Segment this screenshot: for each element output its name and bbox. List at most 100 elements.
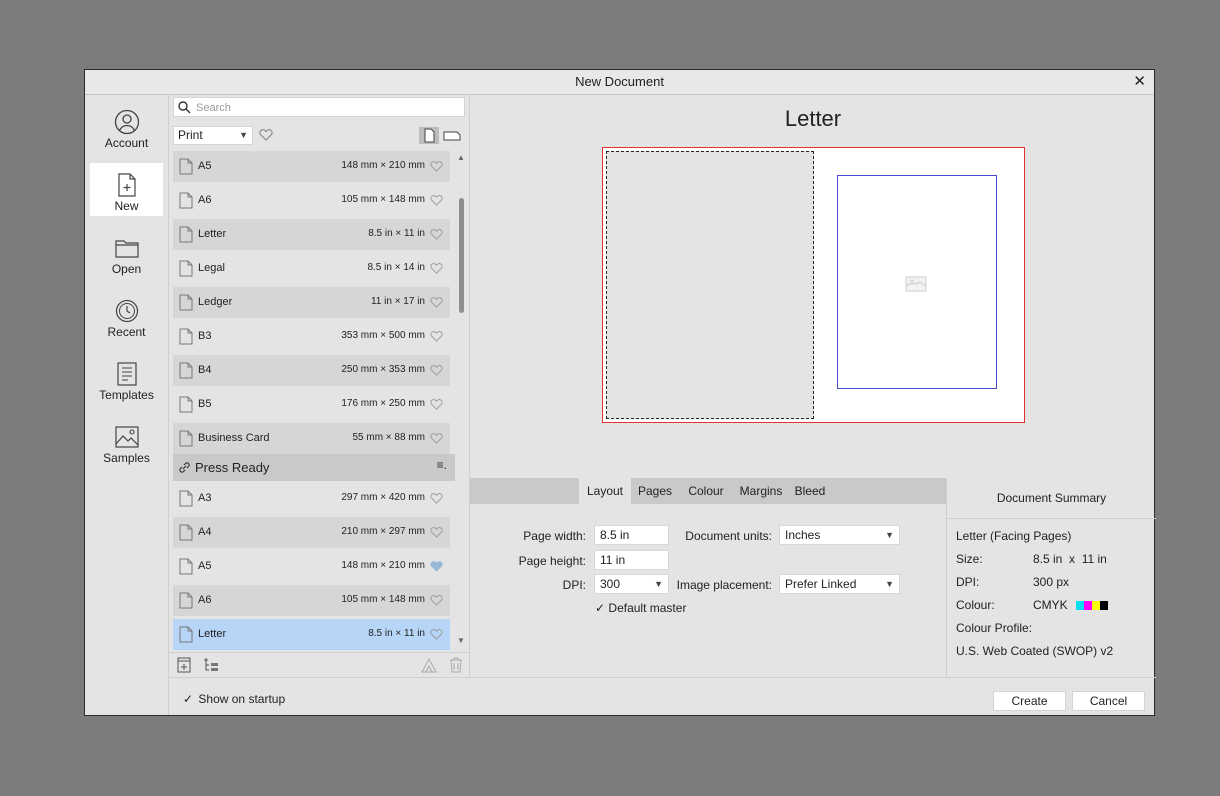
- summary-colour-label: Colour:: [956, 598, 995, 612]
- search-input[interactable]: [194, 99, 458, 117]
- create-button[interactable]: Create: [993, 691, 1066, 711]
- settings-tabs: Layout Pages Colour Margins Bleed: [470, 478, 946, 504]
- list-item[interactable]: B5 176 mm × 250 mm: [173, 389, 450, 420]
- portrait-orientation-button[interactable]: [419, 127, 439, 144]
- show-on-startup-checkbox[interactable]: ✓ Show on startup: [183, 692, 285, 706]
- sidebar-item-label: Templates: [99, 388, 154, 402]
- favourite-heart-icon[interactable]: [430, 262, 443, 274]
- preset-size: 11 in × 17 in: [370, 296, 425, 307]
- favourite-heart-icon[interactable]: [430, 526, 443, 538]
- sidebar-item-samples[interactable]: Samples: [90, 415, 163, 468]
- preset-size: 8.5 in × 11 in: [368, 628, 425, 639]
- affinity-preset-icon[interactable]: [421, 657, 437, 673]
- preset-name: A3: [198, 492, 212, 504]
- scroll-thumb[interactable]: [459, 198, 464, 313]
- section-header-press-ready[interactable]: Press Ready ≡.: [173, 454, 455, 481]
- list-item[interactable]: A6 105 mm × 148 mm: [173, 585, 450, 616]
- tab-layout[interactable]: Layout: [579, 478, 631, 504]
- new-document-dialog: New Document ✕ Account New Open Recent T…: [84, 69, 1156, 716]
- preset-name: A4: [198, 526, 212, 538]
- document-units-label: Document units:: [685, 529, 772, 543]
- favourite-heart-icon[interactable]: [430, 364, 443, 376]
- list-item[interactable]: A4 210 mm × 297 mm: [173, 517, 450, 548]
- list-item[interactable]: B3 353 mm × 500 mm: [173, 321, 450, 352]
- favourite-heart-icon[interactable]: [430, 594, 443, 606]
- search-box[interactable]: [173, 97, 465, 117]
- chevron-down-icon: ▼: [885, 579, 894, 589]
- tab-pages[interactable]: Pages: [634, 478, 676, 504]
- list-scrollbar[interactable]: ▲ ▼: [456, 153, 466, 645]
- recent-clock-icon: [115, 299, 138, 323]
- list-item[interactable]: Letter 8.5 in × 11 in: [173, 219, 450, 250]
- preset-name: B5: [198, 398, 212, 410]
- favourite-heart-icon[interactable]: [430, 330, 443, 342]
- list-item[interactable]: Ledger 11 in × 17 in: [173, 287, 450, 318]
- sidebar-item-label: Account: [104, 136, 149, 150]
- tab-margins[interactable]: Margins: [735, 478, 787, 504]
- favourite-heart-icon[interactable]: [430, 432, 443, 444]
- list-item[interactable]: A3 297 mm × 420 mm: [173, 483, 450, 514]
- scroll-up-arrow-icon[interactable]: ▲: [457, 153, 465, 162]
- favourites-filter-heart-icon[interactable]: [259, 128, 273, 141]
- checkmark-icon: ✓: [183, 692, 194, 706]
- sidebar-item-new[interactable]: New: [90, 163, 163, 216]
- cmyk-swatches: [1076, 598, 1109, 612]
- dpi-dropdown[interactable]: 300 ▼: [594, 574, 669, 594]
- favourite-heart-icon[interactable]: [430, 492, 443, 504]
- preset-name: Ledger: [198, 296, 233, 308]
- close-icon[interactable]: ✕: [1133, 70, 1146, 94]
- sidebar-item-open[interactable]: Open: [90, 226, 163, 279]
- sidebar-item-templates[interactable]: Templates: [90, 352, 163, 405]
- dialog-title: New Document: [575, 74, 664, 89]
- preset-size: 148 mm × 210 mm: [341, 160, 425, 171]
- page-width-label: Page width:: [523, 529, 586, 543]
- landscape-orientation-button[interactable]: [442, 127, 462, 144]
- category-dropdown[interactable]: Print ▼: [173, 126, 253, 145]
- favourite-heart-filled-icon[interactable]: [430, 560, 443, 572]
- sidebar-item-recent[interactable]: Recent: [90, 289, 163, 342]
- add-preset-icon[interactable]: [177, 657, 191, 673]
- preset-name: A5: [198, 560, 212, 572]
- list-item[interactable]: B4 250 mm × 353 mm: [173, 355, 450, 386]
- favourite-heart-icon[interactable]: [430, 160, 443, 172]
- summary-header: Document Summary: [947, 478, 1156, 519]
- favourite-heart-icon[interactable]: [430, 628, 443, 640]
- sidebar-item-account[interactable]: Account: [90, 100, 163, 153]
- page-height-label: Page height:: [518, 554, 586, 568]
- checkmark-icon: ✓: [595, 601, 606, 615]
- section-menu-icon[interactable]: ≡.: [437, 458, 447, 472]
- sidebar-item-label: New: [114, 199, 139, 213]
- page-height-field[interactable]: 11 in: [594, 550, 669, 570]
- list-item-selected[interactable]: Letter 8.5 in × 11 in: [173, 619, 450, 650]
- tab-bleed[interactable]: Bleed: [792, 478, 828, 504]
- preview-title: Letter: [784, 106, 842, 131]
- list-item[interactable]: Business Card 55 mm × 88 mm: [173, 423, 450, 454]
- preset-size: 105 mm × 148 mm: [341, 594, 425, 605]
- portrait-page-icon: [424, 128, 435, 143]
- dialog-titlebar: New Document ✕: [85, 70, 1154, 95]
- default-master-checkbox[interactable]: ✓ Default master: [595, 601, 686, 615]
- list-item[interactable]: Legal 8.5 in × 14 in: [173, 253, 450, 284]
- tab-colour[interactable]: Colour: [682, 478, 730, 504]
- list-item[interactable]: A5 148 mm × 210 mm: [173, 151, 450, 182]
- add-category-icon[interactable]: [203, 657, 219, 673]
- favourite-heart-icon[interactable]: [430, 296, 443, 308]
- preset-size: 55 mm × 88 mm: [352, 432, 425, 443]
- document-units-dropdown[interactable]: Inches ▼: [779, 525, 900, 545]
- scroll-down-arrow-icon[interactable]: ▼: [457, 636, 465, 645]
- preset-name: A6: [198, 194, 212, 206]
- delete-trash-icon[interactable]: [449, 657, 463, 673]
- default-master-label: Default master: [608, 601, 687, 615]
- image-placement-dropdown[interactable]: Prefer Linked ▼: [779, 574, 900, 594]
- chevron-down-icon: ▼: [885, 530, 894, 540]
- favourite-heart-icon[interactable]: [430, 398, 443, 410]
- favourite-heart-icon[interactable]: [430, 228, 443, 240]
- preset-size: 176 mm × 250 mm: [341, 398, 425, 409]
- image-placement-label: Image placement:: [676, 578, 772, 592]
- list-item[interactable]: A6 105 mm × 148 mm: [173, 185, 450, 216]
- page-width-field[interactable]: 8.5 in: [594, 525, 669, 545]
- list-item[interactable]: A5 148 mm × 210 mm: [173, 551, 450, 582]
- image-placement-value: Prefer Linked: [785, 577, 857, 591]
- cancel-button[interactable]: Cancel: [1072, 691, 1145, 711]
- favourite-heart-icon[interactable]: [430, 194, 443, 206]
